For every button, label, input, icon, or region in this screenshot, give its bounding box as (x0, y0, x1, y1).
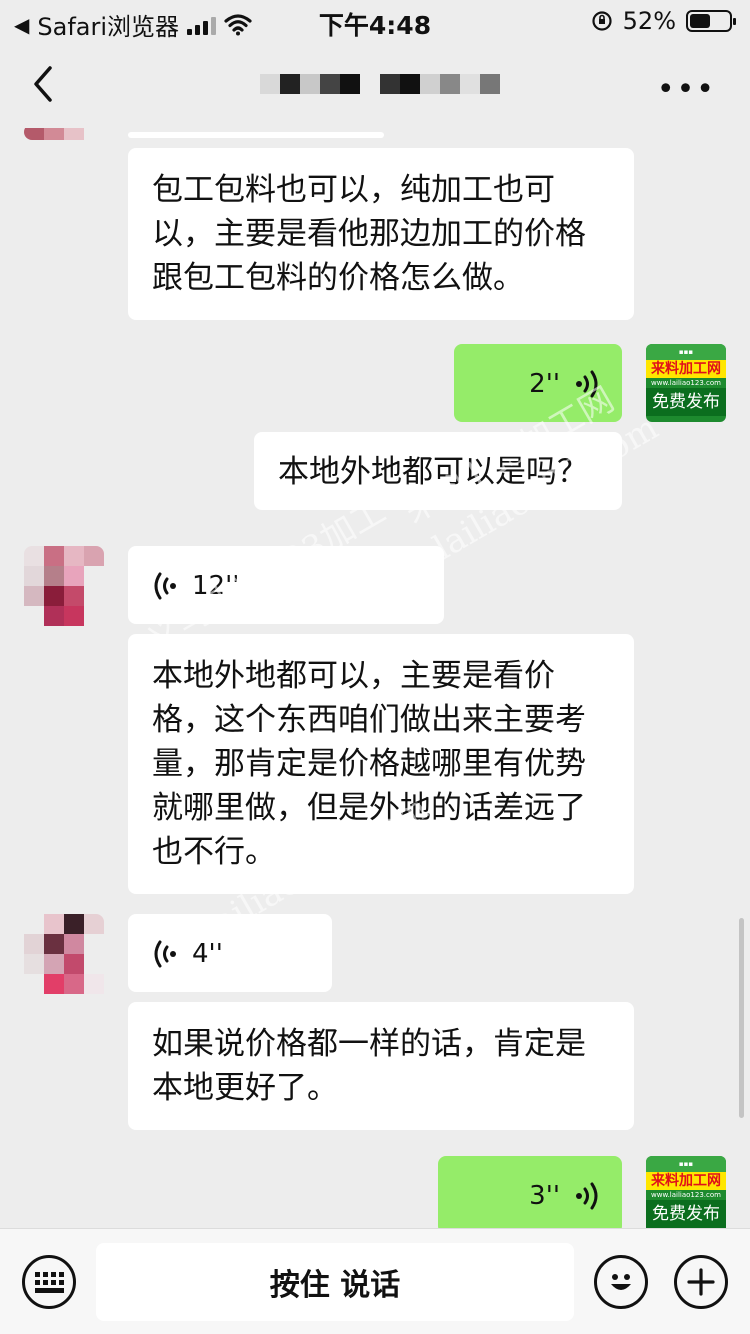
voice-wave-icon (576, 370, 598, 398)
contact-avatar[interactable] (24, 914, 104, 1008)
chat-list[interactable]: 包工包料也可以，纯加工也可 以，主要是看他那边加工的价格 跟包工包料的价格怎么做… (0, 128, 750, 1228)
battery-icon (686, 10, 736, 32)
battery-percent: 52% (622, 7, 676, 35)
chat-title-obscured (260, 74, 500, 94)
message-text-line: 包工包料也可以，纯加工也可 (152, 172, 555, 208)
message-text: 本地外地都可以是吗？ (278, 454, 588, 490)
ad-brand: 来料加工网 (646, 1172, 726, 1190)
emoji-icon (611, 1274, 631, 1290)
voice-wave-icon (154, 940, 176, 968)
status-bar: ◀ Safari浏览器 下午4:48 52% (0, 0, 750, 41)
own-avatar[interactable]: ▪▪▪ 来料加工网 www.lailiao123.com 免费发布 (646, 344, 726, 422)
keyboard-icon (34, 1271, 64, 1293)
nav-bar: ••• (0, 40, 750, 128)
ad-url: www.lailiao123.com (651, 379, 721, 387)
voice-wave-icon (154, 572, 176, 600)
ad-banner-strip: ▪▪▪ (646, 1156, 726, 1172)
contact-avatar[interactable] (24, 128, 104, 140)
voice-message-bubble[interactable]: 2'' (454, 344, 622, 422)
message-text-line: 跟包工包料的价格怎么做。 (152, 260, 524, 296)
own-avatar[interactable]: ▪▪▪ 来料加工网 www.lailiao123.com 免费发布 (646, 1156, 726, 1228)
voice-message-bubble[interactable]: 4'' (128, 914, 332, 992)
message-text-line: 格，这个东西咱们做出来主要考 (152, 702, 586, 738)
message-bubble[interactable]: 本地外地都可以是吗？ (254, 432, 622, 510)
voice-duration: 12'' (192, 571, 240, 601)
keyboard-toggle-button[interactable] (22, 1255, 76, 1309)
previous-message-edge (128, 132, 384, 138)
message-text-line: 如果说价格都一样的话，肯定是 (152, 1026, 586, 1062)
voice-message-bubble[interactable]: 3'' (438, 1156, 622, 1228)
message-text-line: 就哪里做，但是外地的话差远了 (152, 790, 586, 826)
message-text-line: 本地更好了。 (152, 1070, 338, 1106)
more-actions-button[interactable] (674, 1255, 728, 1309)
message-bubble[interactable]: 如果说价格都一样的话，肯定是 本地更好了。 (128, 1002, 634, 1130)
ad-free-label: 免费发布 (646, 388, 726, 416)
contact-avatar[interactable] (24, 546, 104, 640)
voice-duration: 4'' (192, 939, 223, 969)
message-text-line: 以，主要是看他那边加工的价格 (152, 216, 586, 252)
hold-to-talk-button[interactable]: 按住 说话 (96, 1243, 574, 1321)
voice-duration: 3'' (529, 1181, 560, 1211)
message-text-line: 也不行。 (152, 834, 276, 870)
voice-duration: 2'' (529, 369, 560, 399)
orientation-lock-icon (592, 11, 612, 31)
message-bubble[interactable]: 本地外地都可以，主要是看价 格，这个东西咱们做出来主要考 量，那肯定是价格越哪里… (128, 634, 634, 894)
ad-brand: 来料加工网 (646, 360, 726, 378)
ad-banner-strip: ▪▪▪ (646, 344, 726, 360)
scrollbar[interactable] (739, 918, 744, 1118)
voice-message-bubble[interactable]: 12'' (128, 546, 444, 624)
message-text-line: 本地外地都可以，主要是看价 (152, 658, 555, 694)
input-bar: 按住 说话 (0, 1228, 750, 1334)
message-text-line: 量，那肯定是价格越哪里有优势 (152, 746, 586, 782)
message-bubble[interactable]: 包工包料也可以，纯加工也可 以，主要是看他那边加工的价格 跟包工包料的价格怎么做… (128, 148, 634, 320)
voice-wave-icon (576, 1182, 598, 1210)
emoji-button[interactable] (594, 1255, 648, 1309)
plus-icon (687, 1268, 715, 1296)
ad-url: www.lailiao123.com (651, 1191, 721, 1199)
back-arrow-icon[interactable] (28, 62, 58, 106)
more-options-button[interactable]: ••• (657, 72, 716, 107)
ad-free-label: 免费发布 (646, 1200, 726, 1228)
